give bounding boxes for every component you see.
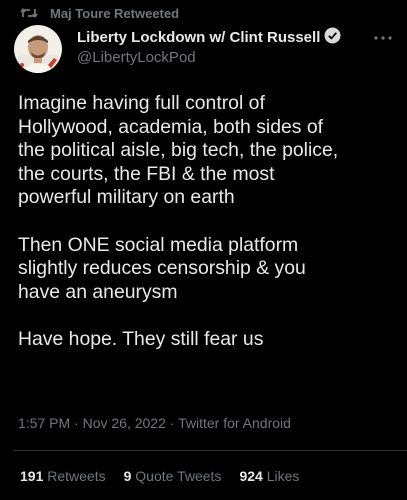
verified-badge-icon	[324, 27, 341, 49]
tweet-time[interactable]: 1:57 PM	[18, 415, 70, 431]
tweet-metadata: 1:57 PM · Nov 26, 2022 · Twitter for And…	[18, 415, 291, 431]
retweets-stat[interactable]: 191 Retweets	[20, 468, 106, 484]
likes-stat[interactable]: 924 Likes	[239, 468, 299, 484]
retweet-header[interactable]: Maj Toure Retweeted	[20, 4, 179, 22]
author-info[interactable]: Liberty Lockdown w/ Clint Russell @Liber…	[77, 27, 357, 67]
quote-tweets-count: 9	[123, 468, 132, 484]
likes-count: 924	[239, 468, 263, 484]
tweet-source[interactable]: Twitter for Android	[178, 415, 291, 431]
author-handle[interactable]: @LibertyLockPod	[77, 49, 357, 67]
avatar[interactable]	[14, 25, 62, 73]
retweets-count: 191	[20, 468, 44, 484]
retweet-icon	[20, 6, 38, 20]
divider	[14, 450, 407, 451]
likes-label: Likes	[266, 468, 300, 484]
tweet-date[interactable]: Nov 26, 2022	[83, 415, 166, 431]
author-display-name[interactable]: Liberty Lockdown w/ Clint Russell	[77, 29, 320, 46]
tweet-text: Imagine having full control of Hollywood…	[18, 92, 339, 350]
retweets-label: Retweets	[47, 468, 106, 484]
quote-tweets-stat[interactable]: 9 Quote Tweets	[124, 468, 222, 484]
more-options-icon[interactable]	[371, 30, 395, 46]
tweet-stats: 191 Retweets 9 Quote Tweets 924 Likes	[20, 468, 299, 484]
quote-tweets-label: Quote Tweets	[135, 468, 222, 484]
retweet-header-text: Maj Toure Retweeted	[50, 5, 180, 21]
